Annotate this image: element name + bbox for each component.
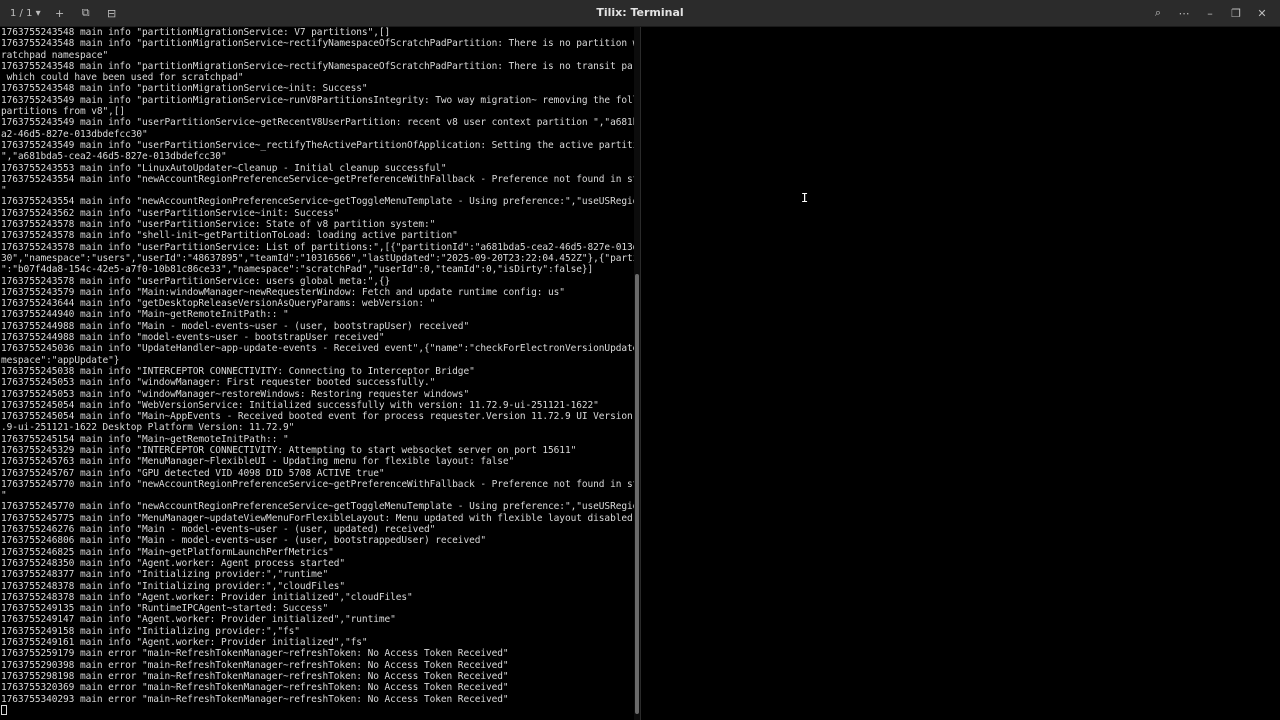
- terminal-line: ": [1, 185, 7, 197]
- terminal-line: 1763755243553 main info "LinuxAutoUpdate…: [1, 162, 447, 174]
- terminal-line: 1763755243554 main info "newAccountRegio…: [1, 173, 634, 185]
- terminal-line: 1763755243548 main info "partitionMigrat…: [1, 83, 368, 95]
- terminal-line: 1763755249135 main info "RuntimeIPCAgent…: [1, 603, 329, 615]
- maximize-icon[interactable]: ❐: [1226, 3, 1246, 23]
- split-right-icon[interactable]: ⧉: [75, 3, 97, 23]
- terminal-line: .9-ui-251121-1622 Desktop Platform Versi…: [1, 422, 295, 434]
- terminal-line: 1763755248350 main info "Agent.worker: A…: [1, 557, 346, 569]
- terminal-line: 1763755320369 main error "main~RefreshTo…: [1, 682, 509, 694]
- terminal-line: 1763755340293 main error "main~RefreshTo…: [1, 693, 509, 705]
- terminal-line: 1763755243549 main info "userPartitionSe…: [1, 139, 634, 151]
- terminal-line: ": [1, 490, 7, 502]
- terminal-line: 1763755243578 main info "userPartitionSe…: [1, 219, 436, 231]
- terminal-line: 1763755243578 main info "userPartitionSe…: [1, 241, 634, 253]
- terminal-output[interactable]: 1763755243548 main info "partitionMigrat…: [0, 27, 634, 716]
- terminal-line: ","a681bda5-cea2-46d5-827e-013dbdefcc30": [1, 151, 227, 163]
- terminal-line: 1763755245053 main info "windowManager: …: [1, 377, 436, 389]
- terminal-line: 1763755243548 main info "partitionMigrat…: [1, 27, 391, 38]
- terminal-line: 1763755249158 main info "Initializing pr…: [1, 625, 300, 637]
- terminal-line: 1763755244940 main info "Main~getRemoteI…: [1, 309, 289, 321]
- terminal-pane-right[interactable]: [641, 27, 1280, 720]
- terminal-line: 1763755245036 main info "UpdateHandler~a…: [1, 343, 634, 355]
- terminal-line: 1763755245054 main info "Main~AppEvents …: [1, 411, 634, 423]
- session-selector[interactable]: 1 / 1 ▾: [6, 3, 45, 23]
- terminal-line: 1763755243554 main info "newAccountRegio…: [1, 196, 634, 208]
- terminal-line: mespace":"appUpdate"}: [1, 354, 120, 366]
- title-bar-left-controls: 1 / 1 ▾ + ⧉ ⊟: [6, 0, 123, 26]
- terminal-line: 1763755249147 main info "Agent.worker: P…: [1, 614, 396, 626]
- terminal-line: 1763755249161 main info "Agent.worker: P…: [1, 637, 368, 649]
- terminal-line: 1763755245767 main info "GPU detected VI…: [1, 467, 385, 479]
- terminal-line: a2-46d5-827e-013dbdefcc30": [1, 128, 148, 140]
- terminal-line: 30","namespace":"users","userId":"486378…: [1, 252, 634, 264]
- terminal-line: 1763755248378 main info "Initializing pr…: [1, 580, 346, 592]
- terminal-line: 1763755248377 main info "Initializing pr…: [1, 569, 329, 581]
- terminal-line: 1763755244988 main info "model-events~us…: [1, 332, 385, 344]
- terminal-line: 1763755243562 main info "userPartitionSe…: [1, 207, 340, 219]
- minimize-icon[interactable]: –: [1200, 3, 1220, 23]
- terminal-line: 1763755245053 main info "windowManager~r…: [1, 388, 470, 400]
- tilix-window: 1 / 1 ▾ + ⧉ ⊟ Tilix: Terminal ⌕ ⋯ – ❐ ✕ …: [0, 0, 1280, 720]
- split-down-icon[interactable]: ⊟: [101, 3, 123, 23]
- terminal-line: 1763755243644 main info "getDesktopRelea…: [1, 298, 436, 310]
- terminal-line: 1763755245154 main info "Main~getRemoteI…: [1, 433, 289, 445]
- title-bar: 1 / 1 ▾ + ⧉ ⊟ Tilix: Terminal ⌕ ⋯ – ❐ ✕: [0, 0, 1280, 27]
- scrollbar-thumb[interactable]: [635, 274, 639, 714]
- terminal-line: 1763755245038 main info "INTERCEPTOR CON…: [1, 365, 475, 377]
- mouse-text-cursor-icon: I: [801, 191, 809, 205]
- terminal-line: 1763755290398 main error "main~RefreshTo…: [1, 659, 509, 671]
- terminal-line: 1763755243549 main info "userPartitionSe…: [1, 117, 634, 129]
- terminal-line: 1763755243548 main info "partitionMigrat…: [1, 38, 634, 50]
- terminal-line: ratchpad namespace": [1, 49, 109, 61]
- terminal-prompt-line[interactable]: [1, 704, 634, 716]
- terminal-line: 1763755243549 main info "partitionMigrat…: [1, 94, 634, 106]
- add-session-icon[interactable]: +: [49, 3, 71, 23]
- terminal-line: 1763755243578 main info "shell-init~getP…: [1, 230, 458, 242]
- search-icon[interactable]: ⌕: [1148, 3, 1168, 23]
- terminal-line: which could have been used for scratchpa…: [1, 72, 244, 84]
- terminal-line: 1763755246825 main info "Main~getPlatfor…: [1, 546, 334, 558]
- terminal-line: 1763755245054 main info "WebVersionServi…: [1, 399, 599, 411]
- terminal-line: 1763755298198 main error "main~RefreshTo…: [1, 670, 509, 682]
- terminal-line: 1763755243578 main info "userPartitionSe…: [1, 275, 391, 287]
- terminal-line: 1763755246806 main info "Main - model-ev…: [1, 535, 486, 547]
- terminal-line: 1763755244988 main info "Main - model-ev…: [1, 320, 470, 332]
- window-title: Tilix: Terminal: [596, 6, 684, 19]
- terminal-line: 1763755245770 main info "newAccountRegio…: [1, 501, 634, 513]
- terminal-line: 1763755245329 main info "INTERCEPTOR CON…: [1, 444, 577, 456]
- terminal-line: 1763755245770 main info "newAccountRegio…: [1, 478, 634, 490]
- menu-icon[interactable]: ⋯: [1174, 3, 1194, 23]
- terminal-line: 1763755243548 main info "partitionMigrat…: [1, 60, 634, 72]
- title-bar-right-controls: ⌕ ⋯ – ❐ ✕: [1148, 0, 1272, 26]
- terminal-line: 1763755259179 main error "main~RefreshTo…: [1, 648, 509, 660]
- terminal-line: ":"b07f4da8-154c-42e5-a7f0-10b81c86ce33"…: [1, 264, 594, 276]
- close-icon[interactable]: ✕: [1252, 3, 1272, 23]
- terminal-line: 1763755243579 main info "Main:windowMana…: [1, 286, 565, 298]
- terminal-block-cursor: [1, 704, 7, 715]
- terminal-line: 1763755248378 main info "Agent.worker: P…: [1, 591, 413, 603]
- terminal-line: 1763755245775 main info "MenuManager~upd…: [1, 512, 634, 524]
- terminal-line: 1763755246276 main info "Main - model-ev…: [1, 524, 436, 536]
- terminal-line: 1763755245763 main info "MenuManager~Fle…: [1, 456, 515, 468]
- terminal-line: partitions from v8",[]: [1, 106, 126, 118]
- terminal-pane-left[interactable]: 1763755243548 main info "partitionMigrat…: [0, 27, 634, 720]
